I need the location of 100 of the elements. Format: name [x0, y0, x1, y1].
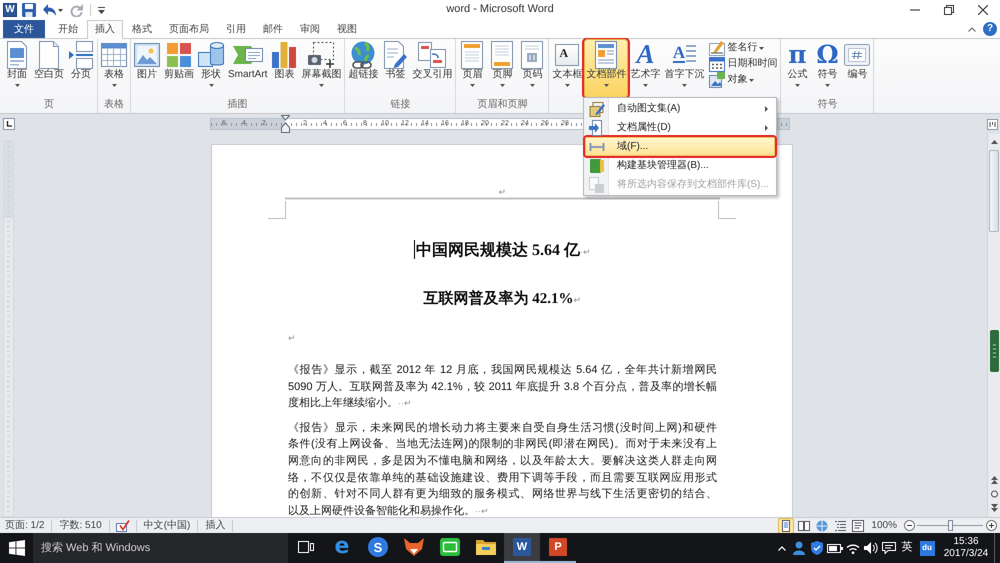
- next-page-button[interactable]: [988, 502, 1000, 514]
- undo-button[interactable]: [41, 2, 65, 18]
- ribbon-button[interactable]: 封面: [2, 39, 32, 98]
- ribbon-button[interactable]: 文档部件: [584, 39, 628, 98]
- ribbon-button[interactable]: 交叉引用: [410, 39, 454, 98]
- taskbar-app[interactable]: W: [504, 533, 540, 563]
- hash-box-icon: [844, 44, 870, 66]
- page-header-icon: [461, 40, 484, 68]
- ribbon-tab[interactable]: 审阅: [292, 20, 328, 38]
- text-cursor: [414, 240, 415, 259]
- crop-mark: [718, 200, 736, 219]
- ribbon-button[interactable]: 编号: [842, 39, 872, 98]
- paragraph-mark: ↵: [288, 333, 296, 343]
- page-disk-icon: [589, 176, 605, 192]
- ribbon-button[interactable]: 形状: [196, 39, 226, 98]
- omega-icon: Ω: [816, 42, 839, 68]
- ribbon-tab[interactable]: 插入: [87, 20, 123, 39]
- ribbon-button[interactable]: 页脚: [487, 39, 518, 98]
- book-check-icon[interactable]: [116, 520, 130, 532]
- search-field[interactable]: 搜索 Web 和 Windows: [33, 533, 288, 563]
- restore-icon: [944, 5, 954, 15]
- tab-stop-selector-icon[interactable]: [3, 118, 15, 130]
- status-item[interactable]: 插入: [200, 518, 230, 532]
- side-handle-icon[interactable]: [990, 330, 998, 372]
- tray-button[interactable]: du: [916, 533, 938, 563]
- menu-item[interactable]: 构建基块管理器(B)...: [585, 156, 775, 175]
- bar-chart-icon: [272, 42, 296, 68]
- open-book-icon: [798, 520, 810, 532]
- browser-icon: e: [332, 537, 352, 557]
- ribbon-tab[interactable]: 页面布局: [161, 20, 217, 38]
- zoom-out-button[interactable]: [903, 520, 915, 532]
- page-footer-icon: [491, 40, 514, 68]
- clock-button[interactable]: 15:36 2017/3/24: [938, 533, 994, 563]
- window-title: word - Microsoft Word: [446, 3, 554, 17]
- ribbon-tab[interactable]: 格式: [124, 20, 160, 38]
- ribbon-button[interactable]: π 公式: [782, 39, 812, 98]
- input-language-button[interactable]: 英: [898, 533, 916, 563]
- ribbon-button[interactable]: A 文本框: [550, 39, 584, 98]
- status-item[interactable]: 中文(中国): [138, 518, 196, 532]
- collapse-ribbon-button[interactable]: [968, 26, 976, 32]
- text-box-icon: A: [555, 44, 580, 66]
- status-item[interactable]: 字数: 510: [54, 518, 107, 532]
- ribbon-button[interactable]: A 艺术字: [628, 39, 662, 98]
- ribbon-button[interactable]: 页眉: [457, 39, 488, 98]
- zoom-in-button[interactable]: [985, 520, 997, 532]
- ribbon-tab[interactable]: 邮件: [255, 20, 291, 38]
- paragraph: 《报告》显示，截至 2012 年 12 月底，我国网民规模达 5.64 亿，全年共计新增网民 5090 万人。互联网普及率为 42.1%，较 2011 年底提升 3.8 个百分点，普及率的增长幅 度相比上年继续缩小。··↵: [288, 362, 717, 412]
- ribbon-button[interactable]: 分页: [66, 39, 96, 98]
- ribbon-tab[interactable]: 视图: [329, 20, 365, 38]
- picture-frame-icon: [709, 72, 726, 88]
- paragraph: 《报告》显示，未来网民的增长动力将主要来自受自身生活习惯(没时间上网)和硬件 条件(没有上网设备、当地无法连网)的限制的非网民(即潜在网民)。而对于未来没有上 网意向的非网民，多是因为不懂电脑和网络，以及年龄太大。要解决这类人群走向网 络，不仅仅是依靠单纯的基础设施建设、费用下调等手段，而且需要互联网应用形式 的创新、针对不同人群有更为细致的服务模式、网络世界与线下生活更密切的结合、 以及上网硬件设备智能化和易操作化。··↵: [288, 420, 717, 517]
- view-ruler-icon[interactable]: [987, 118, 998, 130]
- taskbar-app[interactable]: S: [360, 533, 396, 563]
- previous-page-button[interactable]: [988, 474, 1000, 486]
- picture-icon: [134, 42, 160, 66]
- book-icon: [589, 158, 605, 174]
- taskbar-app[interactable]: e: [324, 533, 360, 563]
- ribbon-button[interactable]: 空白页: [32, 39, 66, 98]
- status-item[interactable]: 页面: 1/2: [0, 518, 50, 532]
- view-button[interactable]: [778, 518, 794, 534]
- ribbon-tab[interactable]: 开始: [50, 20, 86, 38]
- taskbar-app[interactable]: P: [540, 533, 576, 563]
- browse-object-button[interactable]: [988, 488, 1000, 500]
- ribbon-tab[interactable]: 引用: [218, 20, 254, 38]
- ribbon-button[interactable]: 屏幕截图: [299, 39, 344, 98]
- ribbon-button[interactable]: 表格: [99, 39, 129, 98]
- scroll-thumb[interactable]: [989, 150, 999, 232]
- ribbon-button[interactable]: 页码: [517, 39, 548, 98]
- word-app-icon: W: [513, 538, 531, 556]
- ribbon-button[interactable]: 对象: [707, 72, 780, 88]
- ribbon-button[interactable]: 图表: [269, 39, 300, 98]
- draft-icon: [852, 520, 864, 532]
- two-pages-icon: [418, 42, 446, 68]
- group-label: 页眉和页脚: [476, 98, 528, 112]
- file-tab[interactable]: 文件: [3, 20, 45, 38]
- ribbon-button[interactable]: 日期和时间: [707, 56, 780, 72]
- view-button[interactable]: [814, 518, 830, 534]
- arrow-up-icon: [990, 140, 998, 144]
- pi-icon: π: [788, 42, 807, 68]
- ribbon-button[interactable]: 超链接: [346, 39, 380, 98]
- view-button[interactable]: [850, 518, 866, 534]
- minus-icon: [904, 520, 914, 531]
- ribbon-button[interactable]: Ω 符号: [812, 39, 842, 98]
- zoom-slider-track[interactable]: [917, 520, 983, 531]
- ribbon-button[interactable]: 剪贴画: [162, 39, 196, 98]
- close-icon: [978, 5, 988, 15]
- minimize-icon: [910, 9, 920, 11]
- menu-item[interactable]: 域(F)...: [585, 137, 775, 156]
- help-icon[interactable]: ?: [983, 22, 997, 36]
- zoom-level[interactable]: 100%: [869, 518, 899, 532]
- app-icon[interactable]: W: [3, 3, 17, 17]
- ribbon-button[interactable]: 签名行: [707, 40, 780, 56]
- ribbon-button[interactable]: 书签: [380, 39, 410, 98]
- ribbon-button[interactable]: SmartArt: [226, 39, 270, 98]
- indent-marker[interactable]: [281, 115, 290, 133]
- zoom-slider-thumb[interactable]: [948, 520, 953, 531]
- ribbon-button[interactable]: 图片: [132, 39, 162, 98]
- page-break-icon: [69, 40, 93, 68]
- menu-item[interactable]: 自动图文集(A): [585, 99, 775, 118]
- globe-icon: [816, 520, 828, 532]
